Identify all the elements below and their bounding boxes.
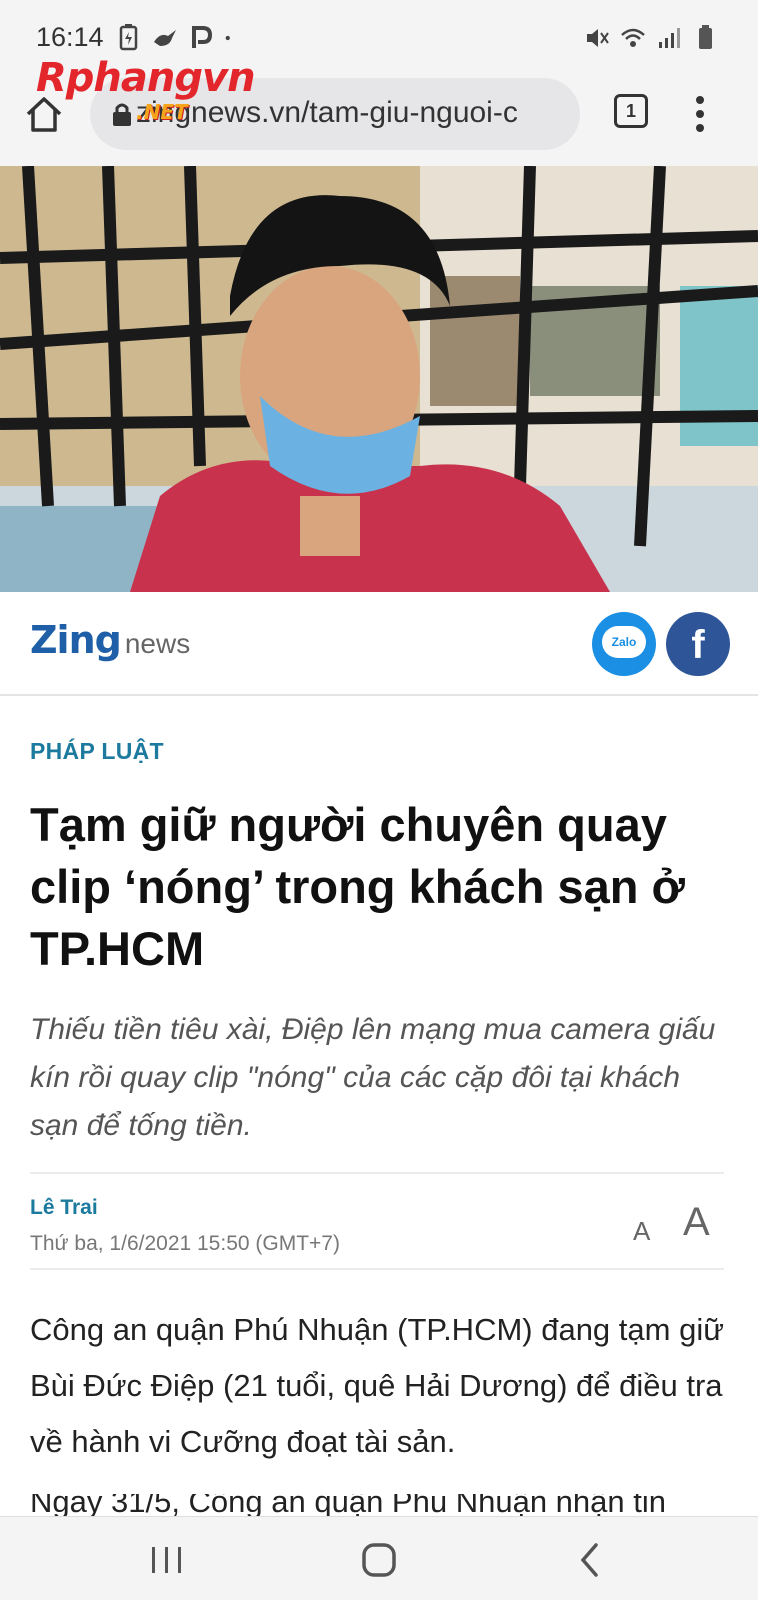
hero-photo [0,166,758,592]
signal-icon [659,28,680,48]
watermark-main: Rphangvn [36,55,256,101]
publisher-bar: Zing news Zalo f [0,592,758,696]
font-size-increase-button[interactable]: A [683,1200,710,1245]
tab-switcher-button[interactable]: 1 [614,94,648,128]
divider [30,1172,724,1174]
article-category[interactable]: PHÁP LUẬT [30,738,164,765]
share-facebook-button[interactable]: f [666,612,730,676]
article-title: Tạm giữ người chuyên quay clip ‘nóng’ tr… [30,798,685,975]
dot-icon [225,35,230,41]
home-circle-icon[interactable] [354,1535,404,1585]
system-navigation-bar [0,1516,758,1600]
article-date: Thứ ba, 1/6/2021 15:50 (GMT+7) [30,1232,340,1255]
status-left-icons [116,24,238,52]
battery-icon [699,25,712,49]
bird-icon [154,30,176,46]
mute-icon [587,29,609,47]
parking-icon [192,26,213,48]
article-paragraph-partial: Ngày 31/5, Công an quận Phú Nhuận nhận t… [30,1494,666,1516]
wifi-icon [621,28,645,47]
article-summary: Thiếu tiền tiêu xài, Điệp lên mạng mua c… [30,1013,716,1142]
recent-apps-icon[interactable] [142,1535,192,1585]
share-zalo-button[interactable]: Zalo [592,612,656,676]
watermark-logo: Rphangvn .NET [36,56,276,130]
article-author[interactable]: Lê Trai [30,1196,98,1220]
zingnews-logo[interactable]: Zing news [30,618,190,662]
more-options-icon[interactable] [690,94,710,134]
divider [30,1268,724,1270]
article-hero-image[interactable] [0,166,758,592]
logo-news-text: news [124,628,191,659]
battery-saver-icon [119,24,138,51]
font-size-decrease-button[interactable]: A [633,1216,650,1247]
status-right-icons [584,24,718,52]
back-icon[interactable] [566,1535,616,1585]
status-time: 16:14 [36,22,104,52]
zalo-icon: Zalo [602,626,646,658]
watermark-sub: .NET [136,100,188,124]
article-paragraph: Công an quận Phú Nhuận (TP.HCM) đang tạm… [30,1312,724,1459]
